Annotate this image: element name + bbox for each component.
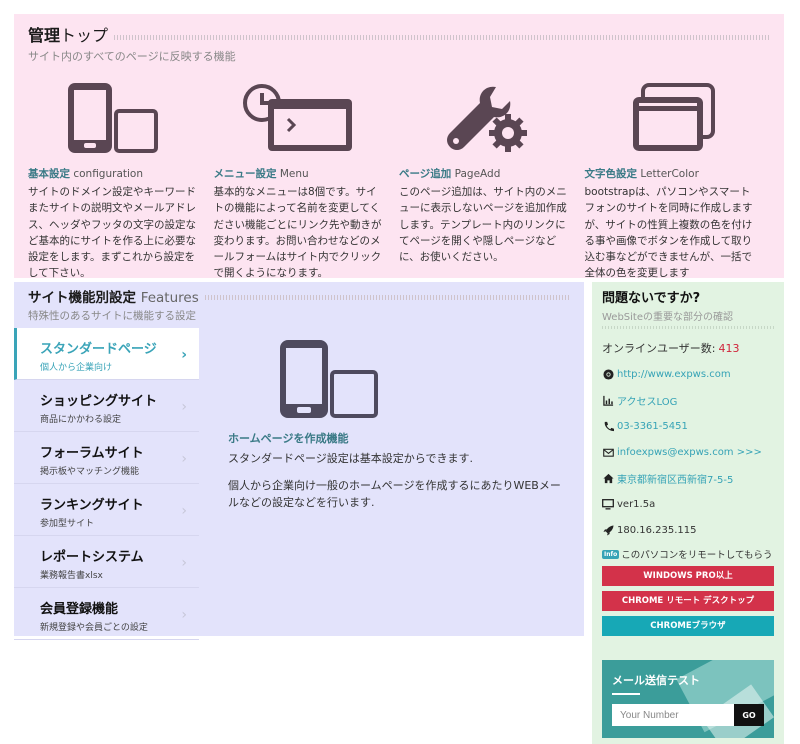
mail-test-widget: メール送信テスト GO [602,660,774,738]
chevron-right-icon: › [181,503,187,519]
chevron-right-icon: › [181,347,187,363]
feature-description: 基本的なメニューは8個です。サイトの機能によって名前を変更してください機能ごとに… [213,186,382,280]
feature-description: サイトのドメイン設定やキーワードまたサイトの説明文やメールアドレス、ヘッダやフッ… [28,186,196,280]
menu-window-clock-icon [214,78,388,158]
feature-title: メニュー設定 Menu [213,168,309,180]
rocket-icon [602,524,614,536]
tab-forum-site[interactable]: フォーラムサイト 掲示板やマッチング機能 › [14,432,199,484]
panel-title: 問題ないですか? [602,291,701,306]
version-row: ver1.5a [602,491,774,517]
chevron-right-icon: › [181,451,187,467]
admin-subtitle: サイト内のすべてのページに反映する機能 [28,50,236,63]
tab-report-system[interactable]: レポートシステム 業務報告書xlsx › [14,536,199,588]
browser-windows-icon [585,78,759,158]
feature-basic-settings[interactable]: 基本設定 configuration サイトのドメイン設定やキーワードまたサイト… [28,78,214,296]
tab-member-registration[interactable]: 会員登録機能 新規登録や会員ごとの設定 › [14,588,199,640]
chrome-remote-desktop-button[interactable]: CHROME リモート デスクトップ [602,591,774,611]
site-features-section: サイト機能別設定 Features 特殊性のあるサイトに機能する設定 スタンダー… [14,282,584,640]
address-row: 東京都新宿区西新宿7-5-5 [602,465,774,491]
feature-menu-settings[interactable]: メニュー設定 Menu 基本的なメニューは8個です。サイトの機能によって名前を変… [214,78,400,296]
header-divider [114,35,770,40]
monitor-icon [602,498,614,510]
access-log-link[interactable]: アクセスLOG [617,393,677,408]
feature-description: このページ追加は、サイト内のメニューに表示しないページを追加作成します。テンプレ… [399,186,567,264]
feature-title: ページ追加 PageAdd [399,168,501,180]
tab-ranking-site[interactable]: ランキングサイト 参加型サイト › [14,484,199,536]
site-url-link[interactable]: http://www.expws.com [617,369,731,380]
feature-letter-color[interactable]: 文字色設定 LetterColor bootstrapは、パソコンやスマートフォ… [585,78,771,296]
feature-list: 基本設定 configuration サイトのドメイン設定やキーワードまたサイト… [28,78,770,296]
chevron-right-icon: › [181,607,187,623]
title-underline [612,693,640,695]
site-type-tabs: スタンダードページ 個人から企業向け › ショッピングサイト 商品にかかわる設定… [14,328,199,640]
content-line: スタンダードページ設定は基本設定からできます. [228,452,473,465]
panel-subtitle: WebSiteの重要な部分の確認 [602,312,734,323]
info-badge: Info [602,549,620,559]
tab-content-panel: ホームページを作成機能 スタンダードページ設定は基本設定からできます. 個人から… [228,338,568,511]
online-users: オンラインユーザー数: 413 [602,341,740,356]
chevron-right-icon: › [181,399,187,415]
email-link[interactable]: infoexpws@expws.com >>> [617,447,762,458]
site-title: サイト機能別設定 Features [28,290,199,306]
home-icon [602,473,614,484]
feature-title: 文字色設定 LetterColor [584,168,699,180]
number-input[interactable] [612,704,734,726]
go-button[interactable]: GO [734,704,764,726]
header-divider [204,295,570,300]
email-row[interactable]: infoexpws@expws.com >>> [602,439,774,465]
content-paragraph: 個人から企業向け一般のホームページを作成するにあたりWEBメールなどの設定などを… [228,479,561,509]
ip-address: 180.16.235.115 [617,524,697,536]
access-log-row[interactable]: アクセスLOG [602,387,774,413]
feature-page-add[interactable]: ページ追加 PageAdd このページ追加は、サイト内のメニューに表示しないペー… [399,78,585,296]
admin-top-section: 管理トップ サイト内のすべてのページに反映する機能 基本設定 configura… [14,14,784,279]
ip-row: 180.16.235.115 [602,517,774,543]
chrome-icon [602,368,614,380]
panel-divider [602,326,774,329]
mail-test-form: GO [612,704,774,726]
envelope-icon [602,447,614,458]
phone-row: 03-3361-5451 [602,413,774,439]
chart-icon [602,395,614,406]
windows-pro-button[interactable]: WINDOWS PRO以上 [602,566,774,586]
address-text: 東京都新宿区西新宿7-5-5 [617,474,734,486]
mail-test-title: メール送信テスト [612,674,700,687]
version-text: ver1.5a [617,498,656,510]
devices-icon [280,340,378,418]
wrench-gear-icon [399,78,573,158]
content-title: ホームページを作成機能 [228,432,349,445]
remote-support-note: Info このパソコンをリモートしてもらう [602,549,773,561]
site-subtitle: 特殊性のあるサイトに機能する設定 [28,310,196,322]
admin-title: 管理トップ [28,26,109,45]
tab-shopping-site[interactable]: ショッピングサイト 商品にかかわる設定 › [14,380,199,432]
site-url-row[interactable]: http://www.expws.com [602,361,774,387]
devices-icon [28,78,202,158]
admin-header: 管理トップ [28,22,770,46]
phone-number: 03-3361-5451 [617,420,688,432]
chrome-browser-button[interactable]: CHROMEブラウザ [602,616,774,636]
phone-icon [602,421,614,432]
chevron-right-icon: › [181,555,187,571]
site-header: サイト機能別設定 Features [14,286,584,306]
feature-title: 基本設定 configuration [28,168,143,180]
tab-standard-page[interactable]: スタンダードページ 個人から企業向け › [14,328,199,380]
feature-description: bootstrapは、パソコンやスマートフォンのサイトを同時に作成しますが、サイ… [584,186,753,280]
online-count: 413 [718,341,740,355]
status-panel: 問題ないですか? WebSiteの重要な部分の確認 オンラインユーザー数: 413… [592,282,784,744]
